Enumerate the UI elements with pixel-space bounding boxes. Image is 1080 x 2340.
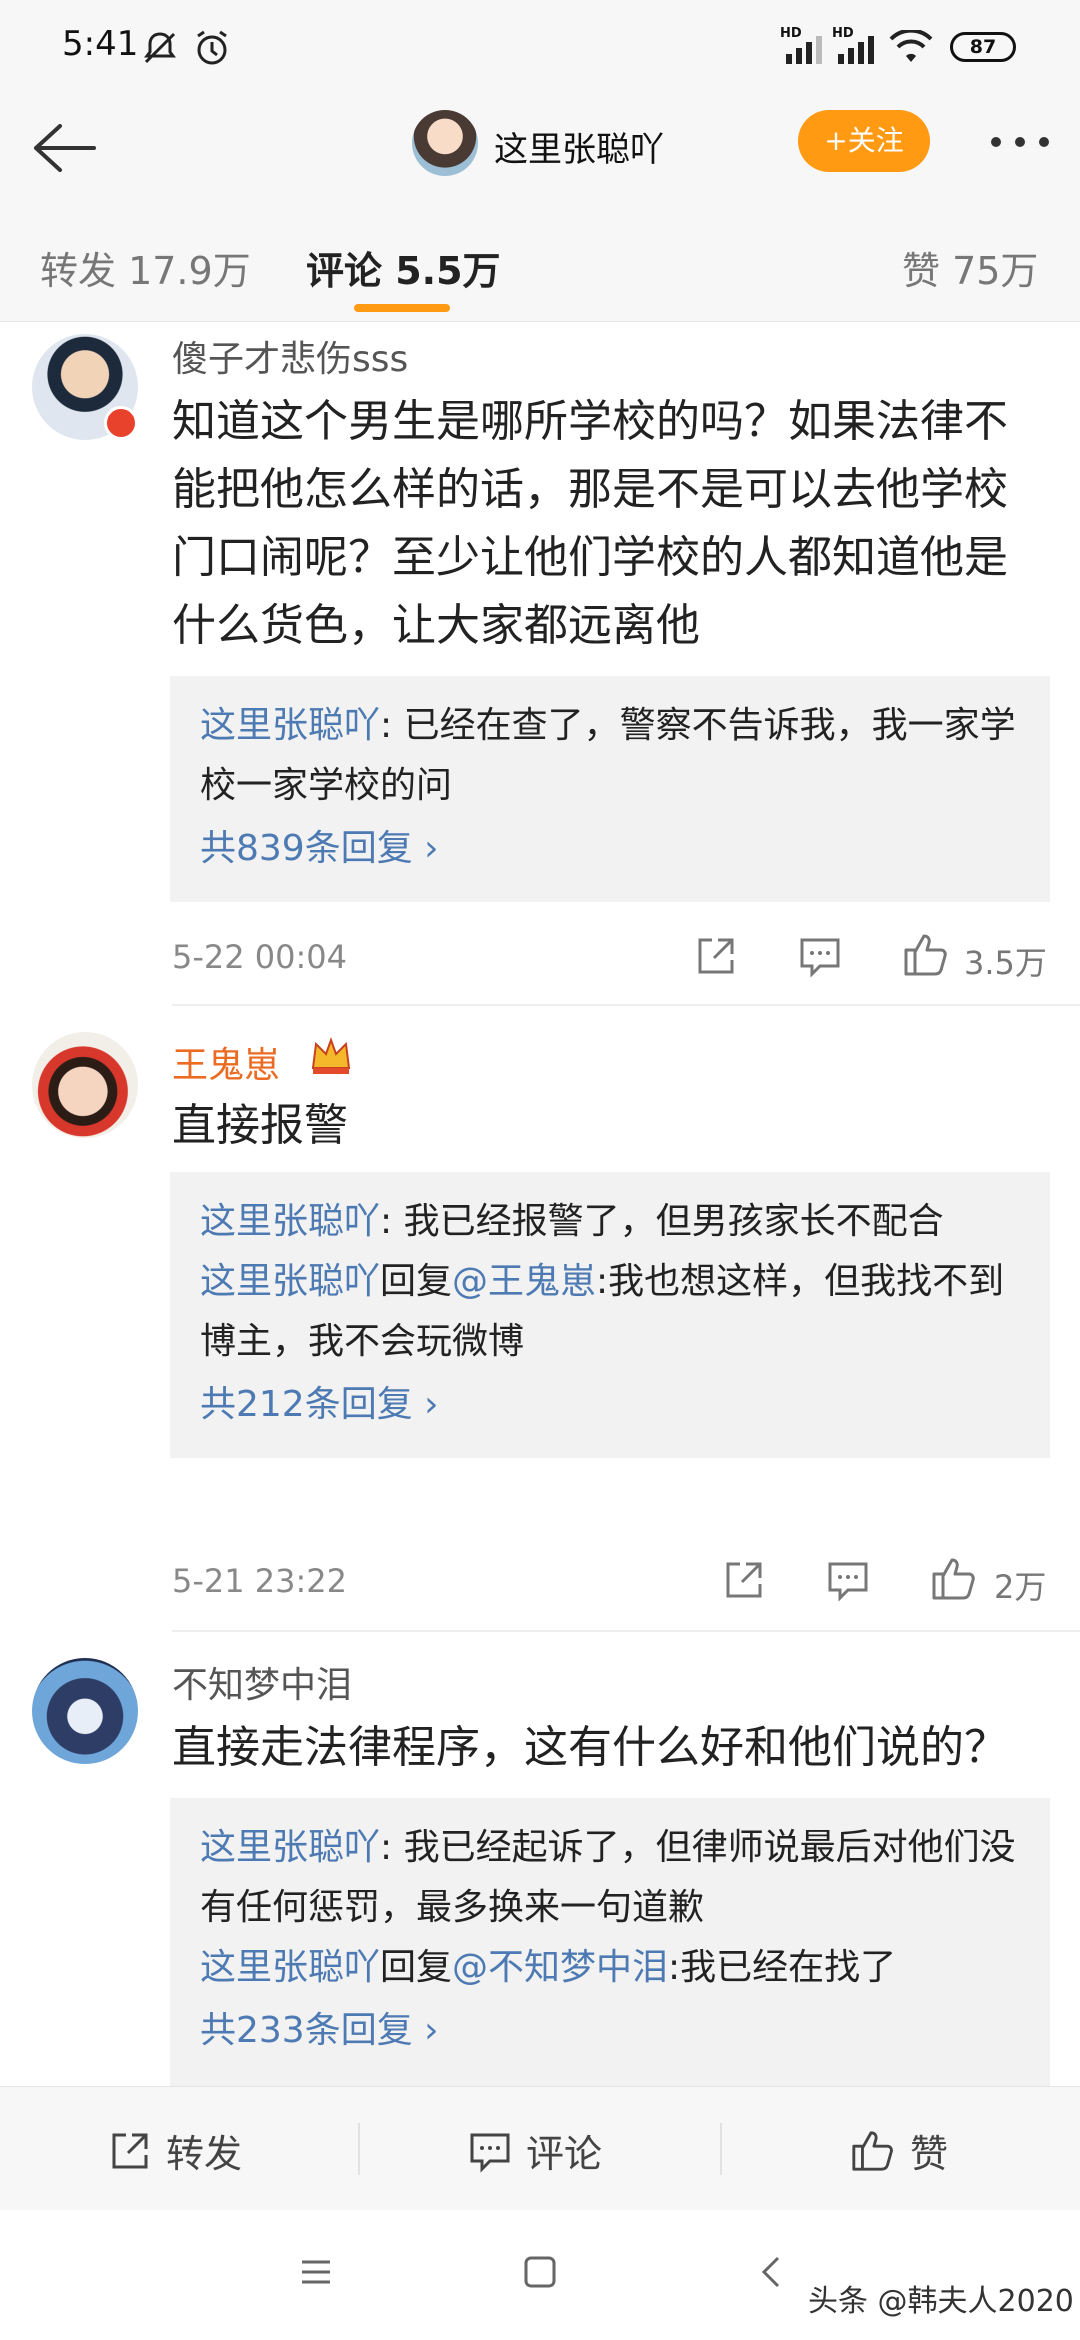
reply-text: : 我已经报警了，但男孩家长不配合: [380, 1201, 944, 1242]
reply-text: :我已经在找了: [668, 1947, 897, 1988]
user-avatar[interactable]: [32, 1032, 138, 1138]
like-label: 赞: [910, 2132, 949, 2176]
repost-button[interactable]: 转发: [108, 2123, 242, 2178]
battery-indicator: 87: [950, 32, 1016, 62]
reply-line: 这里张聪吖: 我已经报警了，但男孩家长不配合: [200, 1192, 1020, 1252]
comment-username[interactable]: 王鬼崽: [172, 1036, 280, 1088]
reply-author[interactable]: 这里张聪吖: [200, 1827, 380, 1868]
comment-icon[interactable]: [798, 934, 842, 982]
back-chevron-icon[interactable]: [752, 2252, 792, 2296]
action-separator: [720, 2123, 722, 2175]
active-tab-indicator: [354, 304, 450, 312]
back-arrow-icon[interactable]: [26, 116, 102, 184]
top-navigation-bar: 这里张聪吖 +关注: [0, 100, 1080, 200]
like-button[interactable]: 赞: [850, 2123, 948, 2178]
comment-divider: [172, 1004, 1080, 1006]
reply-preview-box[interactable]: 这里张聪吖: 我已经报警了，但男孩家长不配合 这里张聪吖回复@王鬼崽:我也想这样…: [170, 1172, 1050, 1458]
comment-label: 评论: [526, 2132, 603, 2176]
follow-button[interactable]: +关注: [798, 110, 930, 172]
bottom-action-bar: 转发 评论 赞: [0, 2086, 1080, 2210]
reply-count-link[interactable]: 共233条回复 ›: [200, 1998, 1020, 2064]
cell-signal-icon: [832, 30, 878, 70]
like-icon: [852, 2131, 893, 2171]
more-options-icon[interactable]: [988, 130, 1052, 158]
interaction-tabs: 转发 17.9万 评论 5.5万 赞 75万: [0, 200, 1080, 322]
watermark-text: 头条 @韩夫人2020: [808, 2284, 1074, 2319]
wifi-icon: [888, 28, 934, 70]
status-bar: 5:41 HD HD 87: [0, 0, 1080, 100]
reply-mention[interactable]: @王鬼崽: [452, 1261, 596, 1302]
comment-icon[interactable]: [826, 1558, 870, 1606]
comment-timestamp: 5-21 23:22: [172, 1562, 348, 1600]
reply-line: 这里张聪吖回复@王鬼崽:我也想这样，但我找不到博主，我不会玩微博: [200, 1252, 1020, 1372]
reply-author[interactable]: 这里张聪吖: [200, 1201, 380, 1242]
repost-label: 转发: [166, 2132, 243, 2176]
like-count: 2万: [994, 1568, 1047, 1606]
reply-line: 这里张聪吖: 我已经起诉了，但律师说最后对他们没有任何惩罚，最多换来一句道歉: [200, 1818, 1020, 1938]
share-icon[interactable]: [694, 934, 738, 982]
reply-preview-box[interactable]: 这里张聪吖: 我已经起诉了，但律师说最后对他们没有任何惩罚，最多换来一句道歉 这…: [170, 1798, 1050, 2086]
author-avatar[interactable]: [412, 110, 478, 176]
alarm-icon: [192, 28, 232, 72]
mute-icon: [140, 28, 180, 72]
tab-repost[interactable]: 转发 17.9万: [40, 240, 251, 295]
status-time: 5:41: [62, 24, 139, 64]
like-icon[interactable]: [902, 930, 950, 982]
comment-text: 知道这个男生是哪所学校的吗？如果法律不能把他怎么样的话，那是不是可以去他学校门口…: [172, 396, 1008, 651]
comment-username[interactable]: 不知梦中泪: [172, 1656, 352, 1708]
home-square-icon[interactable]: [520, 2252, 560, 2296]
cell-signal-icon: [780, 30, 826, 70]
comment-divider: [172, 1630, 1080, 1632]
user-avatar[interactable]: [32, 1658, 138, 1764]
share-icon[interactable]: [722, 1558, 766, 1606]
reply-line: 这里张聪吖: 已经在查了，警察不告诉我，我一家学校一家学校的问: [200, 696, 1020, 816]
reply-mention[interactable]: @不知梦中泪: [452, 1947, 668, 1988]
reply-verb: 回复: [380, 1947, 453, 1988]
menu-icon[interactable]: [296, 2252, 336, 2296]
reply-line: 这里张聪吖回复@不知梦中泪:我已经在找了: [200, 1938, 1020, 1998]
reply-count-link[interactable]: 共212条回复 ›: [200, 1372, 1020, 1438]
reply-verb: 回复: [380, 1261, 453, 1302]
comment-username[interactable]: 傻子才悲伤sss: [172, 330, 408, 382]
comment-text: 直接走法律程序，这有什么好和他们说的？: [172, 1722, 1008, 1773]
system-navigation-bar: 头条 @韩夫人2020: [0, 2210, 1080, 2340]
action-separator: [358, 2123, 360, 2175]
verified-badge-icon: [104, 406, 138, 440]
reply-author[interactable]: 这里张聪吖: [200, 1947, 380, 1988]
like-icon[interactable]: [930, 1554, 978, 1606]
repost-icon: [112, 2133, 148, 2169]
vip-crown-icon: [308, 1032, 354, 1082]
tab-like[interactable]: 赞 75万: [902, 240, 1038, 295]
reply-preview-box[interactable]: 这里张聪吖: 已经在查了，警察不告诉我，我一家学校一家学校的问 共839条回复 …: [170, 676, 1050, 902]
comment-icon: [470, 2133, 510, 2173]
reply-author[interactable]: 这里张聪吖: [200, 705, 380, 746]
author-name[interactable]: 这里张聪吖: [494, 122, 664, 171]
comment-button[interactable]: 评论: [468, 2123, 602, 2178]
reply-count-link[interactable]: 共839条回复 ›: [200, 816, 1020, 882]
comment-text: 直接报警: [172, 1100, 348, 1151]
tab-comment[interactable]: 评论 5.5万: [306, 240, 501, 295]
like-count: 3.5万: [964, 944, 1047, 982]
reply-author[interactable]: 这里张聪吖: [200, 1261, 380, 1302]
comment-timestamp: 5-22 00:04: [172, 938, 348, 976]
